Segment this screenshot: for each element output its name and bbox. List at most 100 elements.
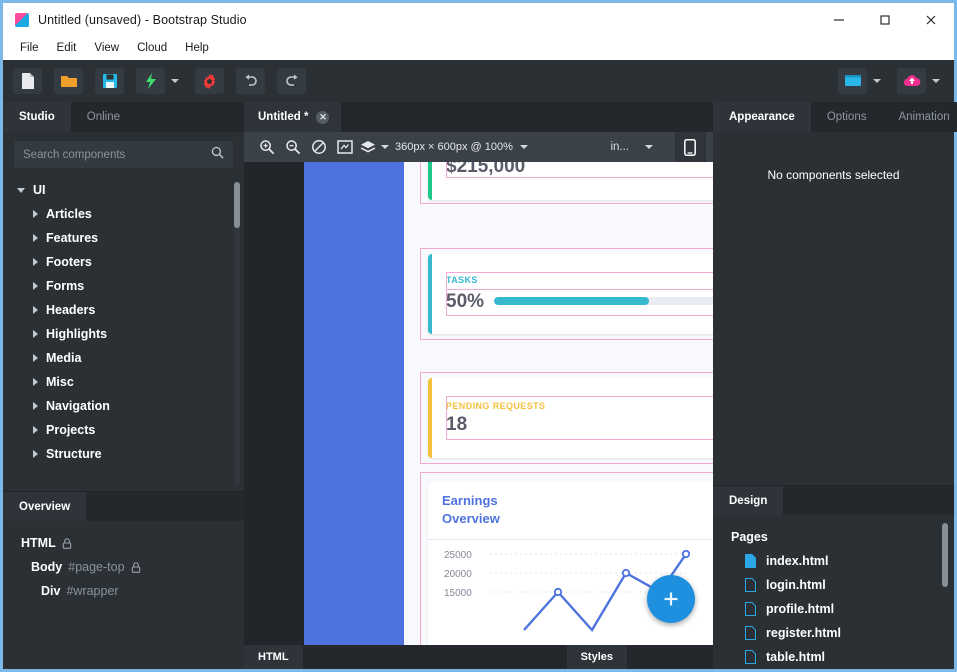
tree-item-forms[interactable]: Forms (3, 274, 244, 298)
unit-selector-label[interactable]: in... (610, 141, 629, 153)
tree-group-label: UI (33, 183, 46, 197)
document-tab-untitled[interactable]: Untitled * ✕ (244, 102, 342, 132)
add-component-button[interactable] (647, 575, 695, 623)
open-folder-icon[interactable] (54, 68, 83, 94)
tree-item-footers[interactable]: Footers (3, 250, 244, 274)
tab-studio[interactable]: Studio (3, 102, 71, 132)
minimize-icon[interactable] (816, 3, 862, 36)
menu-file[interactable]: File (12, 39, 47, 57)
rotate-icon[interactable] (306, 136, 332, 158)
layers-icon[interactable] (358, 136, 378, 158)
redo-icon[interactable] (277, 68, 306, 94)
tree-item-projects[interactable]: Projects (3, 418, 244, 442)
tree-item-label: Headers (46, 303, 96, 317)
menu-help[interactable]: Help (177, 39, 217, 57)
file-icon (745, 578, 756, 592)
pages-scrollbar-thumb[interactable] (942, 523, 948, 587)
page-name: register.html (766, 626, 842, 640)
page-item-profile[interactable]: profile.html (713, 597, 954, 621)
overview-node-id: #page-top (68, 560, 125, 574)
tab-online[interactable]: Online (70, 102, 137, 132)
overview-node-name: Div (41, 584, 61, 598)
left-panel: Studio Online Search components UI Artic… (3, 102, 244, 669)
undo-icon[interactable] (236, 68, 265, 94)
new-file-icon[interactable] (13, 68, 42, 94)
overview-node-html[interactable]: HTML (3, 531, 244, 555)
canvas-size-dropdown-icon[interactable] (519, 145, 528, 149)
tab-options[interactable]: Options (810, 102, 883, 132)
document-tab-label: Untitled * (258, 111, 309, 123)
preview-app-sidebar (304, 162, 404, 645)
tree-item-label: Structure (46, 447, 102, 461)
overview-node-id: #wrapper (66, 584, 119, 598)
cloud-upload-icon[interactable] (897, 68, 926, 94)
menu-cloud[interactable]: Cloud (129, 39, 175, 57)
toolbar-right-group (838, 68, 944, 94)
preview-monitor-icon[interactable] (838, 68, 867, 94)
lightning-dropdown-icon[interactable] (167, 68, 183, 94)
search-wrapper: Search components (3, 132, 244, 176)
page-item-index[interactable]: index.html (713, 549, 954, 573)
tree-item-features[interactable]: Features (3, 226, 244, 250)
page-name: index.html (766, 554, 829, 568)
fit-screen-icon[interactable] (332, 136, 358, 158)
design-canvas[interactable]: $215,000 TASKS 50% PENDING REQUESTS 18 E… (244, 162, 713, 645)
page-name: login.html (766, 578, 826, 592)
save-icon[interactable] (95, 68, 124, 94)
tab-styles[interactable]: Styles (566, 645, 627, 669)
page-item-register[interactable]: register.html (713, 621, 954, 645)
chevron-right-icon (33, 330, 38, 338)
tree-item-label: Features (46, 231, 99, 245)
tab-html[interactable]: HTML (244, 645, 303, 669)
bootstrap-studio-logo (15, 12, 29, 27)
page-item-login[interactable]: login.html (713, 573, 954, 597)
overview-node-name: HTML (21, 536, 56, 550)
empty-state-message: No components selected (767, 168, 900, 182)
mobile-device-icon[interactable] (675, 132, 705, 162)
close-icon[interactable]: ✕ (316, 110, 330, 124)
tree-item-structure[interactable]: Structure (3, 442, 244, 466)
page-preview-viewport[interactable]: $215,000 TASKS 50% PENDING REQUESTS 18 E… (304, 162, 713, 645)
overview-node-div[interactable]: Div #wrapper (3, 579, 244, 603)
tree-item-navigation[interactable]: Navigation (3, 394, 244, 418)
tree-item-label: Projects (46, 423, 96, 437)
tab-appearance[interactable]: Appearance (713, 102, 811, 132)
tree-item-highlights[interactable]: Highlights (3, 322, 244, 346)
search-input[interactable]: Search components (14, 141, 233, 168)
settings-gear-icon[interactable] (195, 68, 224, 94)
overview-node-body[interactable]: Body #page-top (3, 555, 244, 579)
page-name: table.html (766, 650, 826, 664)
pages-group[interactable]: Pages (713, 525, 954, 549)
zoom-out-icon[interactable] (280, 136, 306, 158)
editor-area: Untitled * ✕ 360px × 600px @ 100% in... … (244, 102, 713, 669)
tree-item-articles[interactable]: Articles (3, 202, 244, 226)
menu-view[interactable]: View (86, 39, 127, 57)
unit-dropdown-icon[interactable] (645, 145, 653, 149)
tree-group-ui[interactable]: UI (3, 178, 244, 202)
layers-dropdown-icon[interactable] (381, 145, 389, 149)
page-name: profile.html (766, 602, 835, 616)
close-icon[interactable] (908, 3, 954, 36)
maximize-icon[interactable] (862, 3, 908, 36)
tab-animation[interactable]: Animation (882, 102, 957, 132)
search-icon (211, 146, 224, 164)
tree-item-headers[interactable]: Headers (3, 298, 244, 322)
window-title: Untitled (unsaved) - Bootstrap Studio (38, 12, 247, 27)
components-scrollbar-thumb[interactable] (234, 182, 240, 228)
chevron-right-icon (33, 426, 38, 434)
lightning-icon[interactable] (136, 68, 165, 94)
tree-item-label: Footers (46, 255, 92, 269)
page-item-table[interactable]: table.html (713, 645, 954, 669)
design-tab-bar: Design (713, 485, 954, 515)
tree-item-media[interactable]: Media (3, 346, 244, 370)
canvas-size-label[interactable]: 360px × 600px @ 100% (395, 141, 513, 153)
tree-item-misc[interactable]: Misc (3, 370, 244, 394)
tab-design[interactable]: Design (713, 486, 784, 515)
tab-overview[interactable]: Overview (3, 492, 87, 521)
preview-dropdown-icon[interactable] (869, 68, 885, 94)
chevron-right-icon (33, 306, 38, 314)
cloud-dropdown-icon[interactable] (928, 68, 944, 94)
zoom-in-icon[interactable] (254, 136, 280, 158)
menu-edit[interactable]: Edit (49, 39, 85, 57)
chevron-right-icon (33, 258, 38, 266)
